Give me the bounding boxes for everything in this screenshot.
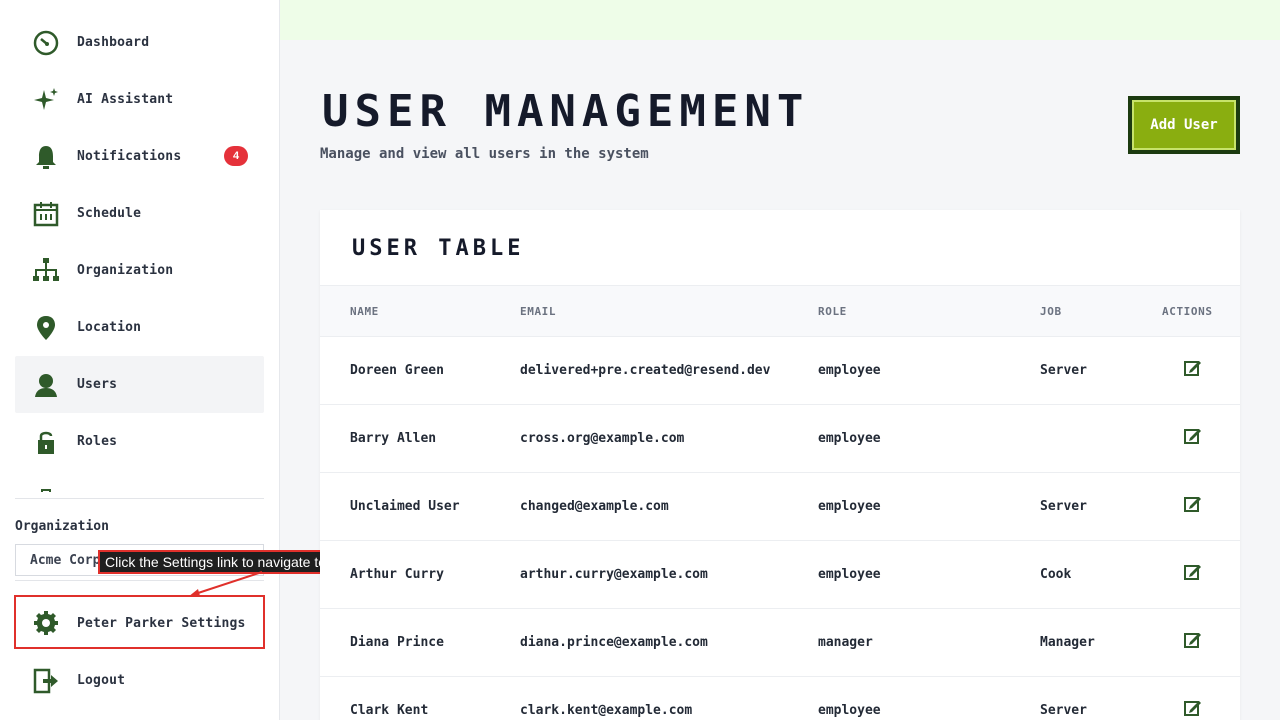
logout-label: Logout: [77, 673, 126, 688]
tooltip-arrow: [188, 571, 263, 597]
sidebar-item-organization[interactable]: Organization: [15, 242, 264, 299]
sidebar-item-label: Schedule: [77, 206, 142, 221]
table-row: Unclaimed User changed@example.com emplo…: [320, 473, 1240, 541]
sidebar-item-label: Roles: [77, 434, 118, 449]
sidebar-item-label: Organization: [77, 263, 174, 278]
cell-job: Manager: [1040, 635, 1095, 650]
table-row: Diana Prince diana.prince@example.com ma…: [320, 609, 1240, 677]
column-header-role: ROLE: [818, 305, 847, 318]
sidebar-item-label: Location: [77, 320, 142, 335]
edit-icon[interactable]: [1184, 631, 1202, 649]
sidebar-item-label: Users: [77, 377, 118, 392]
cell-name: Arthur Curry: [350, 567, 444, 582]
cell-role: employee: [818, 567, 881, 582]
column-header-email: EMAIL: [520, 305, 557, 318]
organization-label: Organization: [15, 519, 109, 534]
cell-job: Server: [1040, 703, 1087, 718]
sidebar-item-ai-assistant[interactable]: AI Assistant: [15, 71, 264, 128]
settings-link[interactable]: Peter Parker Settings: [15, 597, 264, 649]
cell-name: Clark Kent: [350, 703, 429, 718]
edit-icon[interactable]: [1184, 359, 1202, 377]
cell-name: Diana Prince: [350, 635, 444, 650]
cell-name: Unclaimed User: [350, 499, 460, 514]
sidebar-item-dashboard[interactable]: Dashboard: [15, 14, 264, 71]
column-header-job: JOB: [1040, 305, 1062, 318]
gear-icon: [31, 608, 61, 638]
table-row: Arthur Curry arthur.curry@example.com em…: [320, 541, 1240, 609]
bell-icon: [31, 142, 61, 172]
sidebar-item-users[interactable]: Users: [15, 356, 264, 413]
user-icon: [31, 370, 61, 400]
table-title: USER TABLE: [352, 236, 525, 261]
table-row: Doreen Green delivered+pre.created@resen…: [320, 337, 1240, 405]
sidebar-item-label: Dashboard: [77, 35, 150, 50]
table-row: Barry Allen cross.org@example.com employ…: [320, 405, 1240, 473]
cell-email: arthur.curry@example.com: [520, 567, 708, 582]
cell-role: manager: [818, 635, 873, 650]
sidebar-item-location[interactable]: Location: [15, 299, 264, 356]
table-row: Clark Kent clark.kent@example.com employ…: [320, 677, 1240, 720]
unlock-icon: [31, 427, 61, 457]
cell-role: employee: [818, 703, 881, 718]
edit-icon[interactable]: [1184, 699, 1202, 717]
cell-email: diana.prince@example.com: [520, 635, 708, 650]
sidebar-nav: Dashboard AI Assistant Notifications 4 S…: [15, 14, 264, 492]
cell-job: Server: [1040, 363, 1087, 378]
briefcase-icon: [31, 484, 61, 492]
calendar-icon: [31, 199, 61, 229]
sparkle-icon: [31, 85, 61, 115]
sidebar: Dashboard AI Assistant Notifications 4 S…: [0, 0, 280, 720]
cell-email: clark.kent@example.com: [520, 703, 693, 718]
cell-name: Doreen Green: [350, 363, 444, 378]
column-header-name: NAME: [350, 305, 379, 318]
sidebar-item-schedule[interactable]: Schedule: [15, 185, 264, 242]
edit-icon[interactable]: [1184, 563, 1202, 581]
edit-icon[interactable]: [1184, 427, 1202, 445]
notification-badge: 4: [224, 146, 248, 166]
org-chart-icon: [31, 256, 61, 286]
column-header-actions: ACTIONS: [1162, 305, 1213, 318]
cell-email: changed@example.com: [520, 499, 669, 514]
logout-link[interactable]: Logout: [15, 652, 264, 709]
cell-name: Barry Allen: [350, 431, 437, 446]
location-pin-icon: [31, 313, 61, 343]
logout-icon: [31, 666, 61, 696]
top-banner: [280, 0, 1280, 40]
add-user-button-label: Add User: [1132, 100, 1236, 150]
sidebar-divider: [15, 498, 264, 499]
cell-email: delivered+pre.created@resend.dev: [520, 363, 771, 378]
sidebar-item-more[interactable]: [15, 470, 264, 492]
cell-job: Server: [1040, 499, 1087, 514]
sidebar-item-roles[interactable]: Roles: [15, 413, 264, 470]
page-subtitle: Manage and view all users in the system: [320, 146, 649, 162]
sidebar-item-label: Notifications: [77, 149, 182, 164]
sidebar-item-label: AI Assistant: [77, 92, 174, 107]
page-title: USER MANAGEMENT: [322, 86, 810, 137]
cell-role: employee: [818, 363, 881, 378]
add-user-button[interactable]: Add User: [1128, 96, 1240, 154]
cell-role: employee: [818, 431, 881, 446]
cell-job: Cook: [1040, 567, 1072, 582]
settings-label: Peter Parker Settings: [77, 615, 246, 631]
cell-role: employee: [818, 499, 881, 514]
dashboard-icon: [31, 28, 61, 58]
edit-icon[interactable]: [1184, 495, 1202, 513]
sidebar-item-notifications[interactable]: Notifications 4: [15, 128, 264, 185]
user-table-card: USER TABLE NAME EMAIL ROLE JOB ACTIONS D…: [320, 210, 1240, 720]
table-header: NAME EMAIL ROLE JOB ACTIONS: [320, 285, 1240, 337]
cell-email: cross.org@example.com: [520, 431, 685, 446]
